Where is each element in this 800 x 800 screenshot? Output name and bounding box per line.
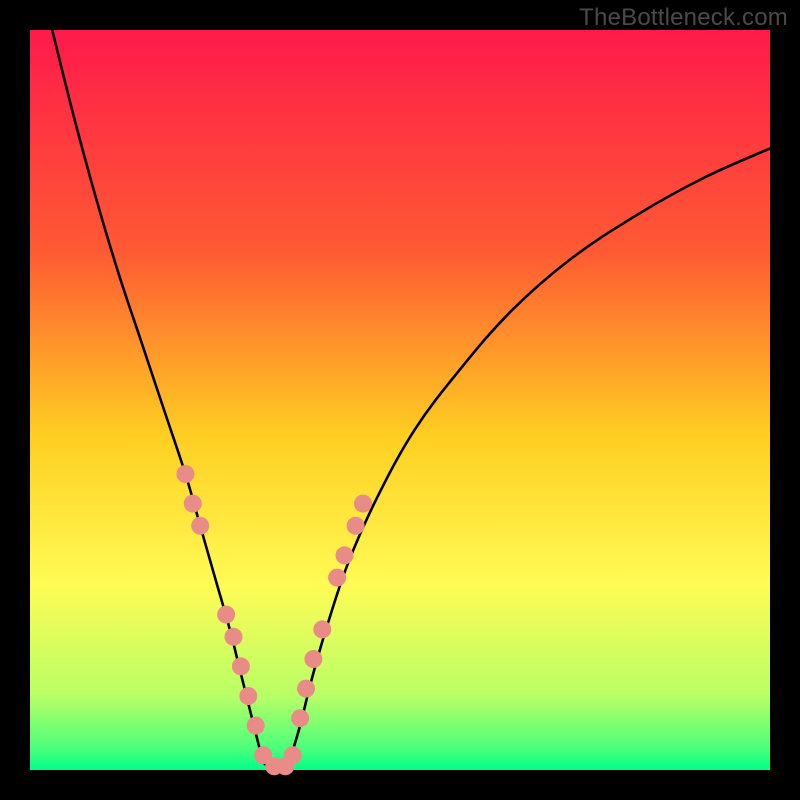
marker-dot bbox=[313, 620, 331, 638]
marker-dot bbox=[336, 546, 354, 564]
marker-dot bbox=[225, 628, 243, 646]
bottleneck-chart bbox=[0, 0, 800, 800]
marker-dot bbox=[191, 517, 209, 535]
marker-dot bbox=[184, 495, 202, 513]
plot-background bbox=[30, 30, 770, 770]
marker-dot bbox=[176, 465, 194, 483]
marker-dot bbox=[291, 709, 309, 727]
marker-dot bbox=[304, 650, 322, 668]
marker-dot bbox=[247, 717, 265, 735]
chart-stage: TheBottleneck.com bbox=[0, 0, 800, 800]
marker-dot bbox=[217, 606, 235, 624]
marker-dot bbox=[232, 657, 250, 675]
marker-dot bbox=[354, 495, 372, 513]
watermark-text: TheBottleneck.com bbox=[579, 4, 788, 32]
marker-dot bbox=[347, 517, 365, 535]
marker-dot bbox=[239, 687, 257, 705]
marker-dot bbox=[297, 680, 315, 698]
marker-dot bbox=[328, 569, 346, 587]
marker-dot bbox=[284, 746, 302, 764]
